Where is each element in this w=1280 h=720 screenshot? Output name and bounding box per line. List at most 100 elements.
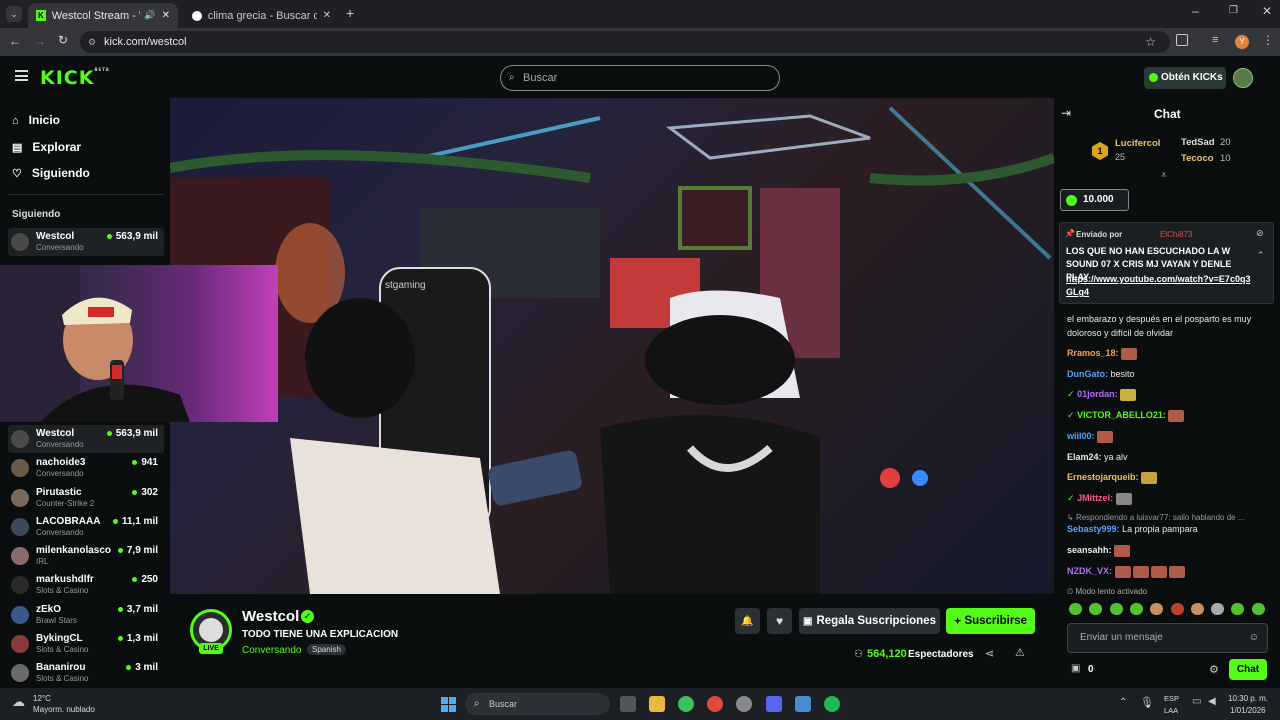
followed-channel[interactable]: Westcol Conversando 563,9 mil [8, 228, 164, 256]
emote-icon [1120, 388, 1137, 401]
media-icon[interactable]: ≡ [1212, 34, 1218, 46]
app-icon[interactable] [795, 696, 811, 712]
chrome-profile-icon[interactable] [736, 696, 752, 712]
emote-icon[interactable] [1211, 603, 1224, 615]
followed-channel[interactable]: milenkanolasco IRL 7,9 mil [8, 542, 164, 570]
hide-pin-icon[interactable]: ⊘ [1256, 228, 1264, 239]
followed-channel[interactable]: Bananirou Slots & Casino 3 mil [8, 659, 164, 687]
follow-button[interactable]: ♥ [767, 608, 792, 634]
weather-icon[interactable]: ☁ [12, 694, 25, 710]
back-icon[interactable]: ← [9, 34, 21, 48]
close-window-button[interactable]: ✕ [1262, 4, 1272, 18]
pinned-link[interactable]: https://www.youtube.com/watch?v=E7c0q3GL… [1066, 273, 1252, 299]
emote-icon[interactable] [1110, 603, 1123, 615]
lang-layout[interactable]: LAA [1164, 706, 1178, 715]
mic-icon[interactable]: 🎙 [1140, 696, 1154, 709]
volume-icon[interactable]: ◀ [1208, 696, 1216, 707]
emote-icon[interactable] [1191, 603, 1204, 615]
tab-westcol[interactable]: K Westcol Stream - Watch Liv 🔊 ✕ [28, 3, 178, 28]
emote-icon[interactable] [1069, 603, 1082, 615]
kick-logo[interactable]: KICKBETA [40, 67, 110, 89]
leaderboard-name[interactable]: Tecoco [1181, 153, 1214, 164]
collapse-pin-icon[interactable]: ⌃ [1257, 250, 1265, 261]
pinned-message[interactable]: 📌 Enviado por ElChi873 ⊘ ⌃ LOS QUE NO HA… [1059, 222, 1274, 304]
emote-icon[interactable] [1171, 603, 1184, 615]
leaderboard-name[interactable]: TedSad [1181, 137, 1215, 148]
emote-icon[interactable] [1089, 603, 1102, 615]
network-icon[interactable]: ▭ [1192, 696, 1201, 707]
minimize-button[interactable]: – [1192, 4, 1199, 18]
home-icon: ⌂ [12, 115, 19, 127]
goal-badge[interactable]: 10.000 [1060, 189, 1129, 211]
stream-title: TODO TIENE UNA EXPLICACION [242, 629, 399, 640]
spotify-icon[interactable] [824, 696, 840, 712]
send-chat-button[interactable]: Chat [1229, 659, 1267, 680]
pinned-user[interactable]: ElChi873 [1160, 230, 1192, 239]
chrome-icon[interactable] [707, 696, 723, 712]
bookmark-star-icon[interactable]: ☆ [1145, 31, 1156, 53]
followed-channel[interactable]: Pirutastic Counter-Strike 2 302 [8, 484, 164, 512]
points-icon[interactable]: ▣ [1071, 663, 1080, 674]
emote-icon[interactable] [1231, 603, 1244, 615]
file-explorer-icon[interactable] [649, 696, 665, 712]
channel-name[interactable]: Westcol [242, 608, 299, 625]
expand-leaderboard-icon[interactable]: ⩡ [1161, 170, 1167, 181]
followed-channel[interactable]: markushdlfr Slots & Casino 250 [8, 571, 164, 599]
task-view-icon[interactable] [620, 696, 636, 712]
nav-following[interactable]: ♡ Siguiendo [12, 166, 90, 180]
stream-info: LIVE Westcol ✓ TODO TIENE UNA EXPLICACIO… [170, 594, 1054, 688]
notifications-button[interactable]: 🔔 [735, 608, 760, 634]
taskbar-search[interactable]: ⌕ Buscar [465, 693, 610, 715]
url-field[interactable]: ⚙ kick.com/westcol ☆ [80, 31, 1170, 53]
chat-settings-icon[interactable]: ⚙ [1209, 663, 1219, 676]
nav-home[interactable]: ⌂ Inicio [12, 113, 60, 127]
tab-google[interactable]: clima grecia - Buscar con Goog ✕ [184, 3, 339, 28]
reload-icon[interactable]: ↻ [58, 33, 68, 47]
tab-menu-button[interactable]: ⌄ [6, 6, 22, 22]
share-icon[interactable]: ⋖ [985, 647, 994, 660]
get-kicks-button[interactable]: Obtén KICKs [1144, 67, 1226, 89]
search-input[interactable]: ⌕ Buscar [500, 65, 780, 91]
emote-icon[interactable] [1130, 603, 1143, 615]
extensions-icon[interactable] [1176, 34, 1188, 46]
discord-icon[interactable] [766, 696, 782, 712]
new-tab-button[interactable]: + [346, 5, 354, 21]
emoji-picker-icon[interactable]: ☺ [1249, 624, 1259, 652]
followed-channel[interactable]: BykingCL Slots & Casino 1,3 mil [8, 630, 164, 658]
chat-message: NZDK_VX: [1067, 564, 1272, 578]
hamburger-menu-icon[interactable] [15, 70, 28, 81]
language-tag[interactable]: Spanish [307, 644, 346, 655]
followed-channel[interactable]: Westcol Conversando 563,9 mil [8, 425, 164, 453]
followed-channel[interactable]: nachoide3 Conversando 941 [8, 454, 164, 482]
tab-audio-icon[interactable]: 🔊 [144, 10, 155, 21]
whatsapp-icon[interactable] [678, 696, 694, 712]
chat-input[interactable]: Enviar un mensaje ☺ [1067, 623, 1268, 653]
report-icon[interactable]: ⚠ [1015, 646, 1025, 659]
start-icon[interactable] [441, 697, 456, 712]
forward-icon[interactable]: → [34, 34, 46, 48]
collapse-chat-icon[interactable]: ⇥ [1061, 106, 1071, 120]
video-player[interactable]: stgaming [170, 98, 1054, 594]
emote-icon[interactable] [1150, 603, 1163, 615]
tab-close-icon[interactable]: ✕ [323, 10, 331, 21]
followed-channel[interactable]: LACOBRAAA Conversando 11,1 mil [8, 513, 164, 541]
emote-icon[interactable] [1252, 603, 1265, 615]
browser-menu-icon[interactable]: ⋮ [1262, 33, 1274, 47]
google-favicon-icon [192, 10, 202, 21]
clock-date[interactable]: 1/01/2026 [1230, 706, 1266, 715]
site-info-icon[interactable]: ⚙ [88, 31, 96, 53]
tray-chevron-icon[interactable]: ⌃ [1119, 697, 1127, 708]
clock-time[interactable]: 10:30 p. m. [1228, 694, 1268, 703]
gift-subs-button[interactable]: ▣ Regala Suscripciones [799, 608, 940, 634]
subscribe-button[interactable]: ✦ Suscribirse [946, 608, 1035, 634]
tab-close-icon[interactable]: ✕ [162, 10, 170, 21]
followed-channel[interactable]: zEkO Brawl Stars 3,7 mil [8, 601, 164, 629]
leaderboard-name[interactable]: Lucifercol [1115, 138, 1160, 149]
lang-code[interactable]: ESP [1164, 694, 1179, 703]
stream-category[interactable]: Conversando [242, 645, 301, 656]
restore-button[interactable]: ❐ [1229, 5, 1238, 16]
user-avatar[interactable] [1233, 68, 1253, 88]
chat-message: ✓ JMittzel: [1067, 491, 1272, 505]
nav-explore[interactable]: ▤ Explorar [12, 140, 81, 154]
profile-avatar[interactable]: Y [1235, 35, 1249, 49]
